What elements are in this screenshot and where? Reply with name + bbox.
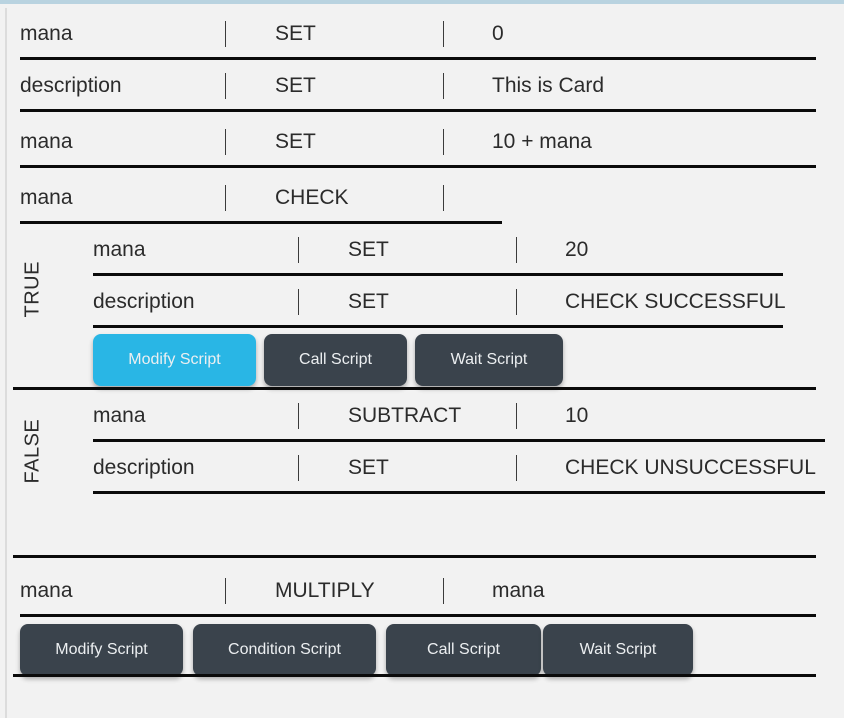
column-separator [516, 237, 517, 263]
statement-row[interactable]: mana SET 10 + mana [7, 116, 844, 168]
call-script-button[interactable]: Call Script [386, 624, 541, 676]
column-separator [516, 289, 517, 315]
false-branch-block: FALSE mana SUBTRACT 10 description SET C… [7, 390, 844, 558]
statement-variable[interactable]: description [93, 442, 195, 494]
statement-value[interactable]: 0 [492, 8, 504, 60]
statement-operation[interactable]: SET [348, 224, 389, 276]
statement-operation[interactable]: SUBTRACT [348, 390, 461, 442]
column-separator [516, 455, 517, 481]
statement-operation[interactable]: CHECK [275, 172, 349, 224]
row-divider [93, 325, 783, 328]
script-editor-window: mana SET 0 description SET This is Card … [0, 0, 844, 718]
wait-script-button[interactable]: Wait Script [543, 624, 693, 676]
statement-value[interactable]: CHECK UNSUCCESSFUL [565, 442, 816, 494]
column-separator [225, 185, 226, 211]
statement-row[interactable]: mana SUBTRACT 10 [7, 390, 844, 442]
script-statement-list: mana SET 0 description SET This is Card … [7, 8, 844, 718]
modify-script-button[interactable]: Modify Script [20, 624, 183, 676]
statement-row[interactable]: description SET CHECK UNSUCCESSFUL [7, 442, 844, 494]
statement-variable[interactable]: mana [93, 390, 146, 442]
statement-variable[interactable]: description [20, 60, 122, 112]
statement-variable[interactable]: mana [20, 172, 73, 224]
column-separator [443, 21, 444, 47]
footer-divider [13, 674, 816, 677]
statement-variable[interactable]: mana [20, 565, 73, 617]
row-divider [20, 614, 816, 617]
column-separator [516, 403, 517, 429]
check-statement-row[interactable]: mana CHECK [7, 172, 844, 224]
column-separator [443, 73, 444, 99]
row-divider [20, 165, 816, 168]
statement-operation[interactable]: SET [348, 442, 389, 494]
column-separator [225, 21, 226, 47]
modify-script-button[interactable]: Modify Script [93, 334, 256, 386]
statement-operation[interactable]: SET [275, 60, 316, 112]
column-separator [443, 129, 444, 155]
false-branch-divider [13, 555, 816, 558]
statement-value[interactable]: 20 [565, 224, 588, 276]
column-separator [298, 455, 299, 481]
call-script-button[interactable]: Call Script [264, 334, 407, 386]
column-separator [298, 403, 299, 429]
statement-variable[interactable]: mana [93, 224, 146, 276]
statement-value[interactable]: This is Card [492, 60, 604, 112]
condition-script-button[interactable]: Condition Script [193, 624, 376, 676]
true-branch-button-bar: Modify Script Call Script Wait Script [7, 334, 844, 390]
column-separator [298, 237, 299, 263]
statement-value[interactable]: mana [492, 565, 545, 617]
column-separator [443, 578, 444, 604]
statement-variable[interactable]: mana [20, 8, 73, 60]
statement-operation[interactable]: MULTIPLY [275, 565, 375, 617]
statement-variable[interactable]: description [93, 276, 195, 328]
statement-value[interactable]: 10 [565, 390, 588, 442]
statement-row[interactable]: mana MULTIPLY mana [7, 565, 844, 617]
statement-row[interactable]: description SET CHECK SUCCESSFUL [7, 276, 844, 328]
footer-button-bar: Modify Script Condition Script Call Scri… [7, 624, 844, 680]
statement-value[interactable]: CHECK SUCCESSFUL [565, 276, 786, 328]
statement-operation[interactable]: SET [348, 276, 389, 328]
wait-script-button[interactable]: Wait Script [415, 334, 563, 386]
column-separator [298, 289, 299, 315]
column-separator [225, 129, 226, 155]
column-separator [225, 73, 226, 99]
statement-row[interactable]: mana SET 0 [7, 8, 844, 60]
column-separator [225, 578, 226, 604]
statement-row[interactable]: description SET This is Card [7, 60, 844, 112]
statement-operation[interactable]: SET [275, 8, 316, 60]
statement-value[interactable]: 10 + mana [492, 116, 592, 168]
statement-variable[interactable]: mana [20, 116, 73, 168]
true-branch-block: TRUE mana SET 20 description SET CHECK S… [7, 224, 844, 390]
statement-row[interactable]: mana SET 20 [7, 224, 844, 276]
row-divider [93, 491, 825, 494]
row-divider [20, 109, 816, 112]
column-separator [443, 185, 444, 211]
statement-operation[interactable]: SET [275, 116, 316, 168]
